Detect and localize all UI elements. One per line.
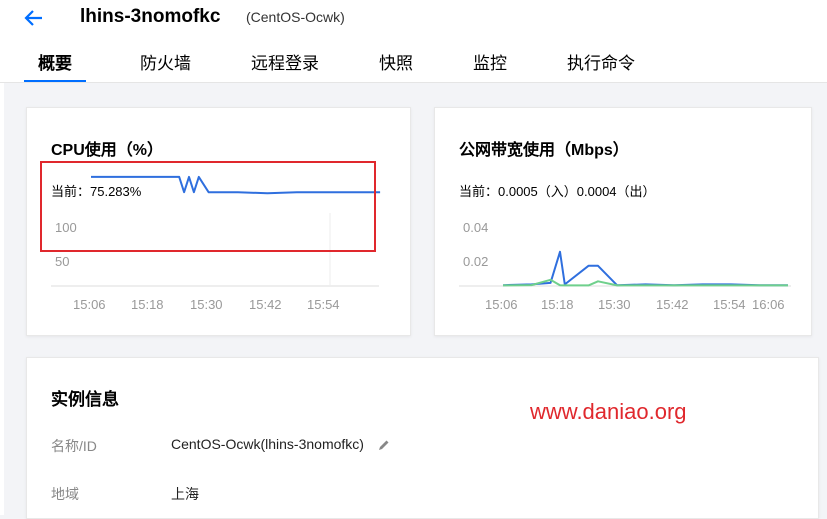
cpu-y-tick-50: 50 (55, 254, 69, 269)
region-label: 地域 (51, 486, 79, 502)
watermark: www.daniao.org (530, 399, 687, 424)
instance-info-title: 实例信息 (51, 390, 119, 409)
cpu-x-tick: 15:54 (307, 297, 340, 312)
highlight-box (40, 161, 376, 252)
tab-monitoring[interactable]: 监控 (467, 52, 513, 82)
bw-x-tick: 16:06 (752, 297, 785, 312)
tab-remote-login[interactable]: 远程登录 (245, 52, 325, 82)
cpu-x-tick: 15:18 (131, 297, 164, 312)
instance-info-card: 实例信息 名称/ID CentOS-Ocwk(lhins-3nomofkc) 地… (26, 357, 819, 519)
cpu-x-tick: 15:42 (249, 297, 282, 312)
cpu-x-tick: 15:30 (190, 297, 223, 312)
region-value: 上海 (171, 486, 199, 502)
instance-os: (CentOS-Ocwk) (246, 9, 345, 25)
name-id-label: 名称/ID (51, 438, 97, 454)
tab-run-command[interactable]: 执行命令 (561, 52, 641, 82)
bw-x-tick: 15:18 (541, 297, 574, 312)
bw-x-tick: 15:54 (713, 297, 746, 312)
edit-icon[interactable] (377, 438, 391, 452)
bandwidth-usage-card: 公网带宽使用（Mbps） 当前：0.0005（入）0.0004（出） 0.04 … (434, 107, 812, 336)
back-arrow-icon[interactable] (22, 6, 46, 30)
tab-bar: 概要 防火墙 远程登录 快照 监控 执行命令 (24, 52, 689, 82)
bw-x-tick: 15:30 (598, 297, 631, 312)
bandwidth-chart[interactable]: 0.04 0.02 15:06 15:18 15:30 15:42 15:54 … (435, 108, 811, 335)
top-bar: lhins-3nomofkc (CentOS-Ocwk) 概要 防火墙 远程登录… (0, 0, 827, 83)
instance-name: lhins-3nomofkc (80, 6, 221, 27)
bw-y-tick-0.02: 0.02 (463, 254, 488, 269)
tab-firewall[interactable]: 防火墙 (134, 52, 197, 82)
tab-snapshot[interactable]: 快照 (373, 52, 419, 82)
left-edge (0, 83, 4, 515)
name-id-value: CentOS-Ocwk(lhins-3nomofkc) (171, 436, 364, 452)
cpu-x-tick: 15:06 (73, 297, 106, 312)
bw-y-tick-0.04: 0.04 (463, 220, 488, 235)
bw-x-tick: 15:06 (485, 297, 518, 312)
bw-x-tick: 15:42 (656, 297, 689, 312)
tab-overview[interactable]: 概要 (24, 52, 86, 82)
